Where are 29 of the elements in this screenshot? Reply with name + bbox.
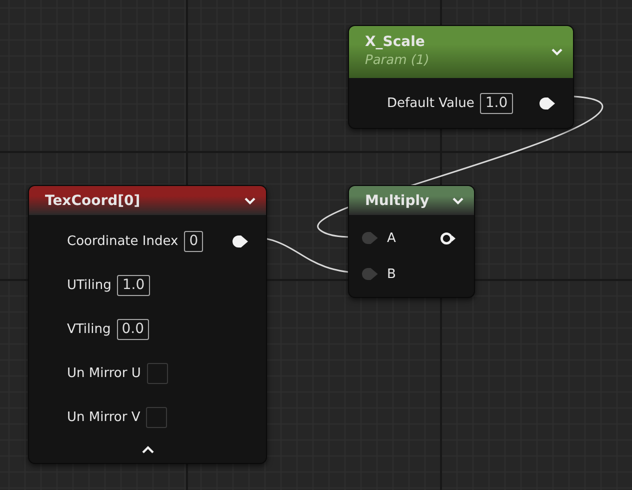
pin-label: Coordinate Index <box>67 234 178 248</box>
pin-label: Default Value <box>387 96 474 110</box>
pin-label: VTiling <box>67 322 111 336</box>
node-title: TexCoord[0] <box>45 192 142 210</box>
value-field[interactable]: 1.0 <box>117 274 150 296</box>
chevron-down-icon[interactable] <box>244 196 256 204</box>
checkbox[interactable] <box>146 362 168 384</box>
graph-node[interactable]: X_Scale Param (1) Default Value 1.0 <box>348 25 574 129</box>
output-pin[interactable] <box>539 96 556 110</box>
output-pin[interactable] <box>440 232 457 244</box>
value-field[interactable]: 0.0 <box>116 318 150 340</box>
node-title: Multiply <box>365 192 430 210</box>
node-title: X_Scale <box>365 33 426 51</box>
output-pin[interactable] <box>232 234 249 248</box>
pin-label: Un Mirror U <box>67 366 141 380</box>
value-field[interactable]: 0 <box>184 230 204 252</box>
pin-label: Un Mirror V <box>67 410 140 424</box>
chevron-down-icon[interactable] <box>452 196 464 204</box>
checkbox[interactable] <box>146 406 168 428</box>
graph-node[interactable]: Multiply A B <box>348 185 475 298</box>
pin-label: UTiling <box>67 278 112 292</box>
input-pin[interactable] <box>362 268 378 280</box>
graph-node[interactable]: TexCoord[0] Coordinate Index 0 UTiling 1.0 VTiling 0.0 Un Mirror U Un Mirror V <box>28 185 267 464</box>
pin-label: B <box>387 266 396 282</box>
pin-label: A <box>387 230 396 246</box>
collapse-chevron-icon[interactable] <box>140 444 154 454</box>
value-field[interactable]: 1.0 <box>480 92 513 114</box>
input-pin[interactable] <box>362 232 378 244</box>
node-subtitle: Param (1) <box>365 52 430 70</box>
